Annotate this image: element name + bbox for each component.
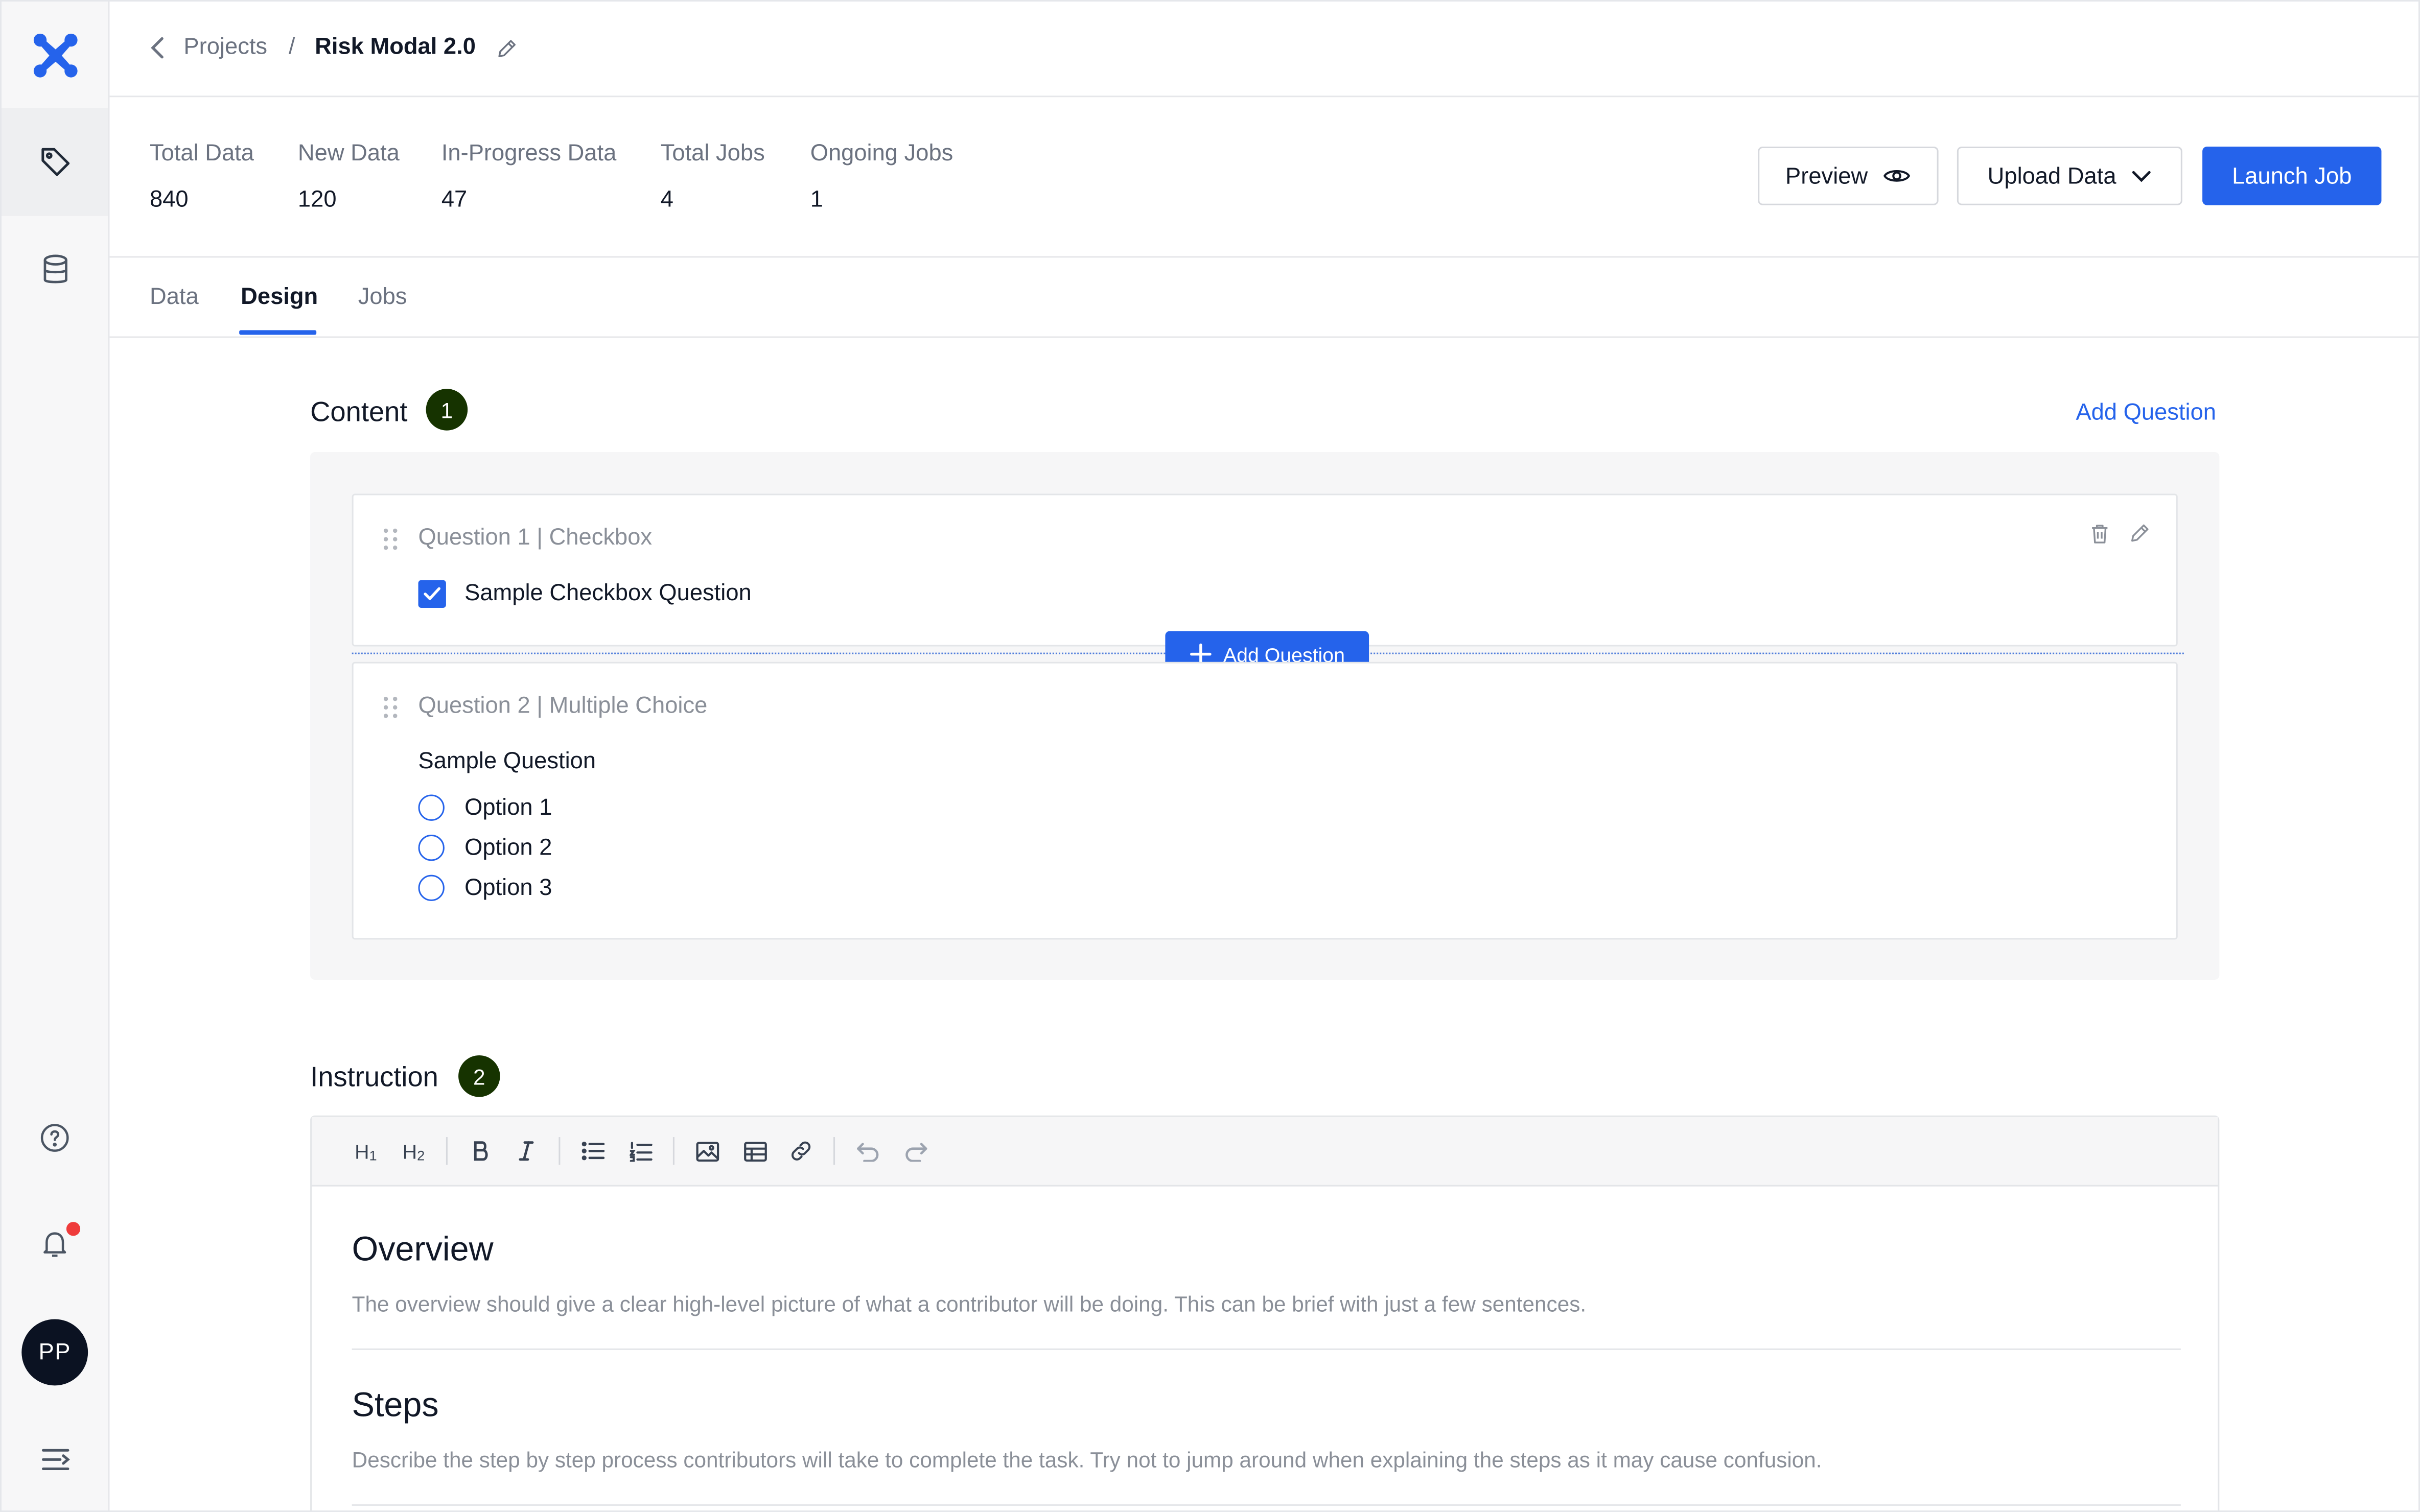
table-icon[interactable] xyxy=(742,1137,767,1165)
section-divider xyxy=(352,1504,2181,1506)
stats-bar: Total Data 840 New Data 120 In-Progress … xyxy=(109,96,2418,258)
question-card[interactable]: Question 2 | Multiple Choice Sample Ques… xyxy=(352,662,2178,940)
tab-data[interactable]: Data xyxy=(150,284,199,310)
app-window: PP Projects / Risk Modal 2.0 Total Data … xyxy=(0,0,2420,1512)
stat-value: 1 xyxy=(810,186,823,213)
stat-value: 120 xyxy=(297,186,337,213)
stat-label: New Data xyxy=(297,140,400,167)
drag-handle-icon[interactable] xyxy=(383,528,398,551)
launch-job-label: Launch Job xyxy=(2232,162,2352,189)
bullet-list-icon[interactable] xyxy=(580,1137,605,1165)
instruction-section-title: Instruction xyxy=(310,1061,438,1093)
overview-heading: Overview xyxy=(352,1230,494,1268)
step-number: 2 xyxy=(473,1064,485,1089)
question-card[interactable]: Question 1 | Checkbox Sample Checkbox Qu… xyxy=(352,493,2178,647)
active-tab-indicator xyxy=(239,330,317,335)
instruction-editor[interactable]: H1 H2 Overview The overview should give … xyxy=(310,1115,2220,1510)
tab-bar: Data Design Jobs xyxy=(109,256,2418,338)
stat-in-progress-data: In-Progress Data 47 xyxy=(441,140,616,213)
radio-option-label: Option 3 xyxy=(464,875,552,901)
drag-handle-icon[interactable] xyxy=(383,696,398,719)
link-icon[interactable] xyxy=(788,1137,813,1165)
bold-icon[interactable] xyxy=(468,1137,492,1165)
radio-button[interactable] xyxy=(418,875,445,901)
editor-toolbar: H1 H2 xyxy=(312,1117,2218,1187)
toolbar-divider xyxy=(833,1137,835,1165)
heading-1-button[interactable]: H1 xyxy=(352,1137,380,1165)
upload-data-label: Upload Data xyxy=(1987,162,2116,189)
stat-value: 840 xyxy=(149,186,189,213)
eye-icon xyxy=(1883,170,1911,182)
bell-icon[interactable] xyxy=(2,1222,108,1265)
section-divider xyxy=(352,1348,2181,1350)
step-badge: 1 xyxy=(426,389,468,431)
radio-option-label: Option 2 xyxy=(464,835,552,861)
pencil-icon[interactable] xyxy=(496,37,519,60)
steps-text: Describe the step by step process contri… xyxy=(352,1447,1822,1472)
tag-icon[interactable] xyxy=(2,108,108,216)
checkmark-icon xyxy=(424,587,441,600)
steps-heading: Steps xyxy=(352,1385,439,1424)
preview-button[interactable]: Preview xyxy=(1758,146,1939,205)
breadcrumb-projects-link[interactable]: Projects xyxy=(183,34,267,60)
step-number: 1 xyxy=(440,397,453,422)
avatar-initials: PP xyxy=(38,1339,71,1366)
avatar[interactable]: PP xyxy=(21,1319,88,1386)
question-header: Question 1 | Checkbox xyxy=(418,524,653,551)
italic-icon[interactable] xyxy=(514,1137,539,1165)
stat-total-jobs: Total Jobs 4 xyxy=(661,140,765,213)
chevron-left-icon[interactable] xyxy=(150,35,165,60)
trash-icon[interactable] xyxy=(2088,522,2111,546)
tab-jobs[interactable]: Jobs xyxy=(358,284,407,310)
toolbar-divider xyxy=(559,1137,561,1165)
expand-menu-icon[interactable] xyxy=(2,1439,108,1480)
checkbox[interactable] xyxy=(418,580,446,608)
toolbar-divider xyxy=(672,1137,674,1165)
preview-button-label: Preview xyxy=(1785,162,1868,189)
stat-label: Ongoing Jobs xyxy=(810,140,953,167)
numbered-list-icon[interactable] xyxy=(628,1137,653,1165)
notification-dot xyxy=(64,1220,82,1238)
radio-button[interactable] xyxy=(418,835,445,861)
breadcrumb: Projects / Risk Modal 2.0 xyxy=(109,2,2418,98)
redo-icon[interactable] xyxy=(903,1137,927,1165)
tab-design[interactable]: Design xyxy=(241,284,318,310)
stat-new-data: New Data 120 xyxy=(298,140,400,213)
stat-label: Total Jobs xyxy=(660,140,765,167)
content-section-title: Content xyxy=(310,396,408,428)
image-icon[interactable] xyxy=(694,1137,719,1165)
undo-icon[interactable] xyxy=(855,1137,879,1165)
x-logo-icon[interactable] xyxy=(2,26,108,85)
question-header: Question 2 | Multiple Choice xyxy=(418,693,708,719)
help-circle-icon[interactable] xyxy=(2,1116,108,1159)
step-badge: 2 xyxy=(458,1055,500,1097)
chevron-down-icon xyxy=(2132,170,2151,181)
overview-text: The overview should give a clear high-le… xyxy=(352,1291,1587,1316)
sidebar: PP xyxy=(2,2,110,1510)
toolbar-divider xyxy=(446,1137,448,1165)
radio-option-label: Option 1 xyxy=(464,794,552,821)
stat-label: In-Progress Data xyxy=(441,140,617,167)
database-icon[interactable] xyxy=(2,242,108,298)
questions-container: Question 1 | Checkbox Sample Checkbox Qu… xyxy=(310,452,2220,980)
question-prompt: Sample Question xyxy=(418,748,596,775)
stat-label: Total Data xyxy=(149,140,254,167)
heading-2-button[interactable]: H2 xyxy=(400,1137,427,1165)
upload-data-dropdown[interactable]: Upload Data xyxy=(1957,146,2182,205)
radio-button[interactable] xyxy=(418,794,445,821)
stat-ongoing-jobs: Ongoing Jobs 1 xyxy=(810,140,953,213)
stat-value: 47 xyxy=(441,186,468,213)
project-title: Risk Modal 2.0 xyxy=(315,34,476,60)
pencil-icon[interactable] xyxy=(2128,522,2151,545)
stat-value: 4 xyxy=(660,186,673,213)
stat-total-data: Total Data 840 xyxy=(150,140,254,213)
checkbox-label: Sample Checkbox Question xyxy=(464,580,752,607)
breadcrumb-separator: / xyxy=(288,34,295,60)
launch-job-button[interactable]: Launch Job xyxy=(2202,146,2382,205)
add-question-link[interactable]: Add Question xyxy=(2076,399,2216,426)
